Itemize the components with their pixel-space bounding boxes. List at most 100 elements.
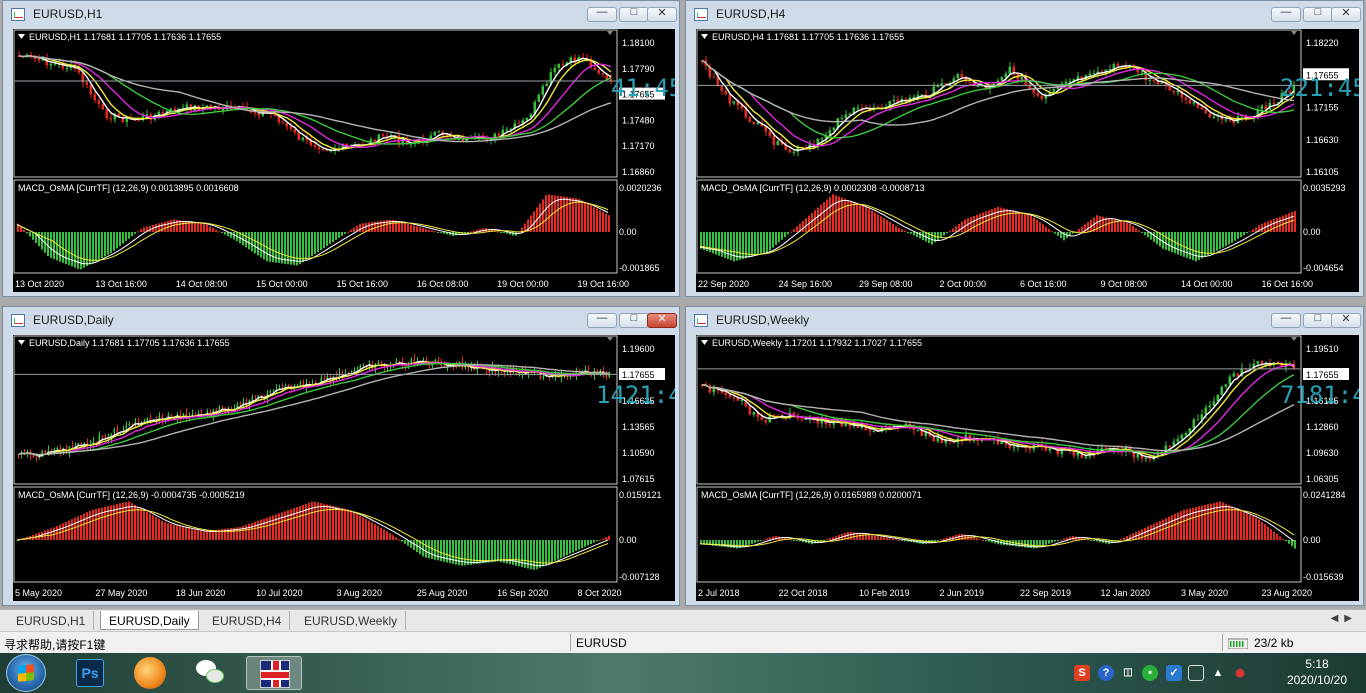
shield-icon[interactable]: ✓ <box>1166 665 1182 681</box>
macd-histogram-bar <box>754 232 756 257</box>
macd-histogram-bar <box>23 230 25 232</box>
macd-histogram-bar <box>901 540 903 541</box>
candle-body <box>281 122 284 124</box>
minimize-button[interactable]: — <box>587 312 617 328</box>
maximize-button[interactable]: □ <box>619 312 649 328</box>
macd-histogram-bar <box>748 540 750 545</box>
taskbar-app-wechat[interactable] <box>184 656 240 690</box>
candle-body <box>916 429 919 431</box>
signal-bars-icon[interactable]: ▲ <box>1210 665 1226 681</box>
candle-body <box>35 456 37 458</box>
tab-eurusd-daily[interactable]: EURUSD,Daily <box>100 611 199 630</box>
tab-eurusd-h1[interactable]: EURUSD,H1 <box>8 611 95 630</box>
tab-eurusd-h4[interactable]: EURUSD,H4 <box>204 611 291 630</box>
time-axis-label: 2 Jun 2019 <box>940 588 985 598</box>
close-button[interactable]: ✕ <box>1331 313 1361 328</box>
macd-histogram-bar <box>32 232 34 240</box>
macd-axis-label: 0.00 <box>619 535 637 545</box>
macd-histogram-bar <box>68 232 70 266</box>
time-axis-label: 10 Feb 2019 <box>859 588 910 598</box>
macd-histogram-bar <box>1042 540 1044 546</box>
price-chart[interactable]: 1.18100 1.17790 1.17655 1.17480 1.17170 1.168… <box>13 29 675 292</box>
minimize-button[interactable]: — <box>1271 6 1301 22</box>
close-button[interactable]: ✕ <box>647 7 677 22</box>
macd-histogram-bar <box>868 534 870 540</box>
maximize-button[interactable]: □ <box>1303 312 1333 328</box>
macd-histogram-bar <box>260 519 262 540</box>
macd-histogram-bar <box>590 205 592 232</box>
close-button[interactable]: ✕ <box>647 313 677 328</box>
minimize-button[interactable]: — <box>1271 312 1301 328</box>
window-titlebar[interactable]: EURUSD,Daily — □ ✕ <box>3 307 679 335</box>
close-button[interactable]: ✕ <box>1331 7 1361 22</box>
macd-histogram-bar <box>787 232 789 235</box>
window-titlebar[interactable]: EURUSD,H4 — □ ✕ <box>686 1 1363 29</box>
window-titlebar[interactable]: EURUSD,H1 — □ ✕ <box>3 1 679 29</box>
volume-muted-icon[interactable]: ◉ <box>1232 665 1248 681</box>
macd-histogram-bar <box>293 508 295 540</box>
macd-histogram-bar <box>203 531 205 540</box>
chart-window-weekly[interactable]: EURUSD,Weekly — □ ✕ 1.19510 1.17655 1.1618… <box>685 306 1364 606</box>
chart-window-daily[interactable]: EURUSD,Daily — □ ✕ 1.19600 1.17655 1.16625… <box>2 306 680 606</box>
price-chart[interactable]: 1.19510 1.17655 1.16185 1.12860 1.09630 1.063… <box>696 335 1359 601</box>
system-clock[interactable]: 5:18 2020/10/20 <box>1272 656 1362 688</box>
time-axis-label: 14 Oct 00:00 <box>1181 279 1233 289</box>
candle-body <box>944 440 947 444</box>
candle-body <box>74 445 76 447</box>
macd-histogram-bar <box>395 537 397 540</box>
macd-histogram-bar <box>368 520 370 540</box>
macd-histogram-bar <box>422 227 424 232</box>
macd-histogram-bar <box>563 540 565 557</box>
macd-histogram-bar <box>419 227 421 232</box>
macd-histogram-bar <box>53 232 55 260</box>
candle-body <box>840 118 843 120</box>
maximize-button[interactable]: □ <box>619 6 649 22</box>
time-axis-label: 18 Jun 2020 <box>176 588 226 598</box>
macd-axis-label: 0.00 <box>619 227 637 237</box>
candle-body <box>1220 386 1223 396</box>
macd-histogram-bar <box>536 540 538 570</box>
candle-body <box>1256 360 1259 364</box>
macd-histogram-bar <box>1174 513 1176 540</box>
sogou-icon[interactable]: S <box>1074 665 1090 681</box>
price-chart[interactable]: 1.18220 1.17655 1.17155 1.16630 1.16105 EURUS… <box>696 29 1359 292</box>
taskbar-app-orange[interactable] <box>122 656 178 690</box>
system-tray: S ? ◫ • ✓ ▲ ◉ <box>1074 661 1274 685</box>
macd-histogram-bar <box>1129 223 1131 232</box>
candle-body <box>976 85 979 87</box>
svg-text:1.09630: 1.09630 <box>1306 448 1339 458</box>
help-icon[interactable]: ? <box>1098 665 1114 681</box>
minimize-button[interactable]: — <box>587 6 617 22</box>
maximize-button[interactable]: □ <box>1303 6 1333 22</box>
candle-body <box>1092 73 1095 75</box>
macd-histogram-bar <box>287 232 289 265</box>
tab-eurusd-weekly[interactable]: EURUSD,Weekly <box>296 611 407 630</box>
macd-histogram-bar <box>218 231 220 233</box>
wechat-tray-icon[interactable]: • <box>1142 665 1158 681</box>
svg-text:1.18220: 1.18220 <box>1306 38 1339 48</box>
windows-start-button[interactable] <box>6 654 46 692</box>
macd-histogram-bar <box>1165 518 1167 540</box>
candle-body <box>398 361 400 363</box>
network-icon[interactable]: ◫ <box>1120 665 1136 681</box>
tab-scroll-arrows[interactable]: ◀▶ <box>1331 613 1358 624</box>
candle-body <box>760 416 763 420</box>
chart-window-icon <box>694 314 708 327</box>
price-chart[interactable]: 1.19600 1.17655 1.16625 1.13565 1.10590 1.076… <box>13 335 675 601</box>
macd-histogram-bar <box>593 540 595 543</box>
macd-histogram-bar <box>796 226 798 232</box>
chart-window-h1[interactable]: EURUSD,H1 — □ ✕ 1.18100 1.17790 1.17655 1.1… <box>2 0 680 297</box>
connection-bars-icon <box>1228 638 1248 649</box>
candle-body <box>597 69 600 74</box>
taskbar-app-photoshop[interactable]: Ps <box>62 656 118 690</box>
window-titlebar[interactable]: EURUSD,Weekly — □ ✕ <box>686 307 1363 335</box>
candle-body <box>1116 64 1119 67</box>
display-icon[interactable] <box>1188 665 1204 681</box>
candle-body <box>732 101 735 104</box>
candle-body <box>1040 95 1043 99</box>
chart-window-h4[interactable]: EURUSD,H4 — □ ✕ 1.18220 1.17655 1.17155 1.1… <box>685 0 1364 297</box>
moving-average-line <box>18 55 612 151</box>
taskbar-app-metatrader[interactable] <box>246 656 302 690</box>
price-axis-label: 1.07615 <box>622 474 655 484</box>
macd-histogram-bar <box>200 531 202 540</box>
